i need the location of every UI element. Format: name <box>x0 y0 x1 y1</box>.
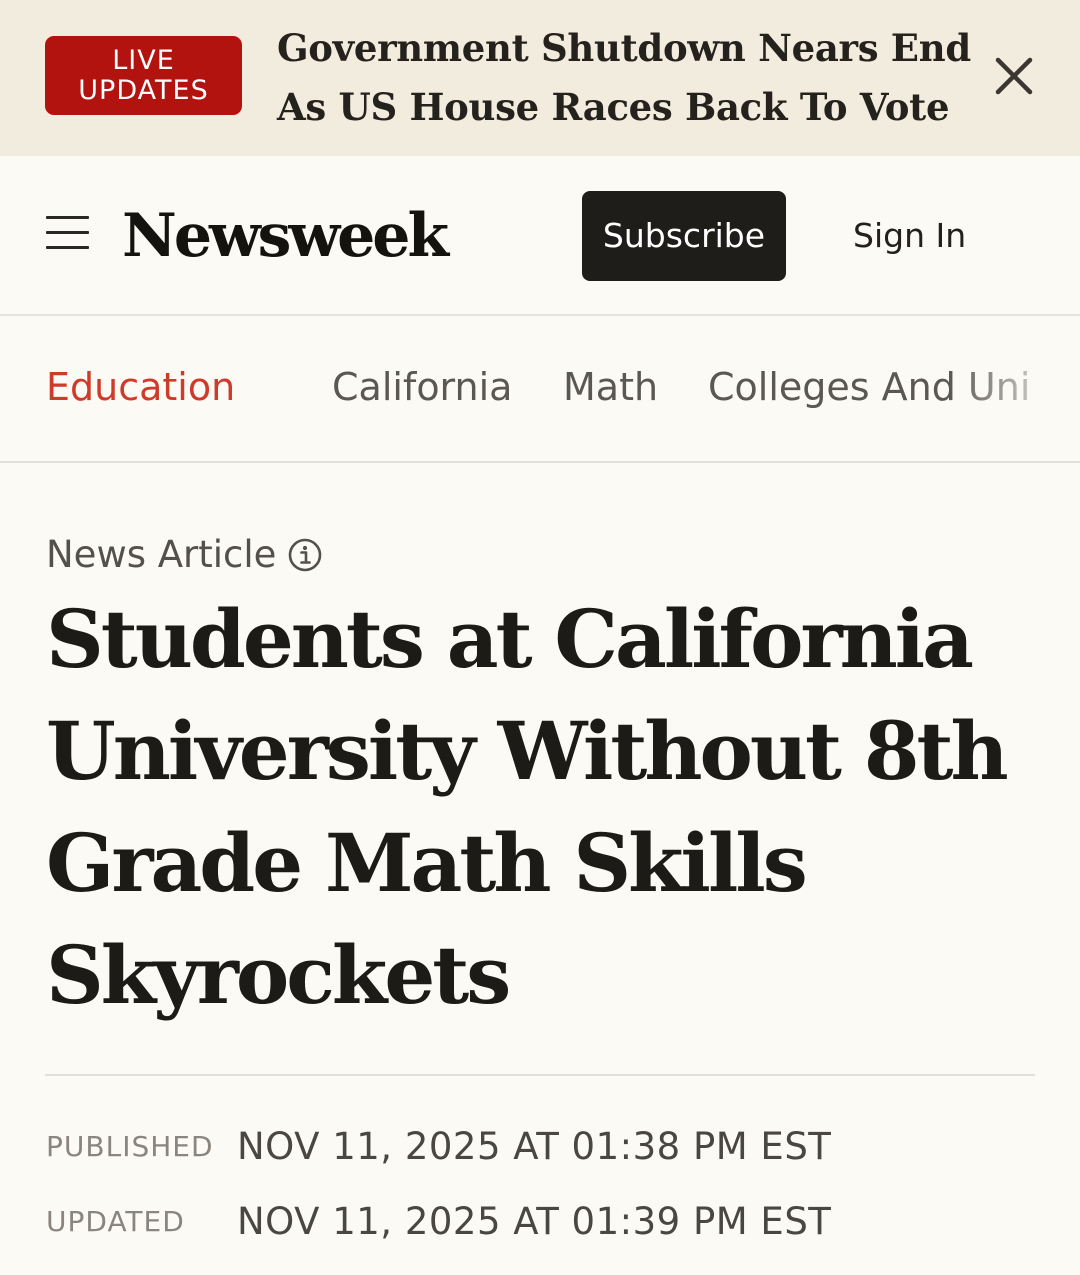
site-header: Newsweek Subscribe Sign In <box>0 156 1080 316</box>
topic-math[interactable]: Math <box>563 362 658 412</box>
headline-line: Grade Math Skills <box>46 816 808 910</box>
hamburger-menu-icon <box>46 216 89 219</box>
live-updates-badge: LIVE UPDATES <box>45 36 242 115</box>
live-headline-line2: As US House Races Back To Vote <box>277 85 950 129</box>
topic-education[interactable]: Education <box>46 362 235 412</box>
live-headline-line1: Government Shutdown Nears End <box>277 26 971 70</box>
close-banner-button[interactable] <box>990 52 1038 100</box>
topic-california[interactable]: California <box>332 362 512 412</box>
hamburger-menu-button[interactable] <box>46 216 90 252</box>
live-badge-line2: UPDATES <box>78 74 209 106</box>
topic-colleges-and-universities[interactable]: Colleges And Uni <box>708 362 1030 412</box>
live-badge-line1: LIVE <box>112 44 175 76</box>
headline-divider <box>45 1074 1035 1076</box>
hamburger-menu-icon-bar <box>46 246 89 249</box>
updated-row: UPDATED NOV 11, 2025 AT 01:39 PM EST <box>46 1197 1046 1247</box>
subscribe-button[interactable]: Subscribe <box>582 191 786 281</box>
published-label: PUBLISHED <box>46 1130 214 1163</box>
live-updates-banner[interactable]: LIVE UPDATES Government Shutdown Nears E… <box>0 0 1080 156</box>
updated-date: NOV 11, 2025 AT 01:39 PM EST <box>237 1200 832 1243</box>
published-row: PUBLISHED NOV 11, 2025 AT 01:38 PM EST <box>46 1122 1046 1172</box>
headline-line: University Without 8th <box>46 704 1009 798</box>
article-type-label: News Article <box>46 533 277 576</box>
sign-in-button[interactable]: Sign In <box>853 191 966 281</box>
info-icon[interactable] <box>288 538 322 572</box>
headline-line: Skyrockets <box>46 928 511 1022</box>
updated-label: UPDATED <box>46 1205 185 1238</box>
newsweek-logo[interactable]: Newsweek <box>122 196 449 276</box>
published-date: NOV 11, 2025 AT 01:38 PM EST <box>237 1125 832 1168</box>
close-icon <box>995 57 1033 95</box>
article-type: News Article <box>46 530 322 580</box>
headline-line: Students at California <box>46 592 974 686</box>
live-headline-link[interactable]: Government Shutdown Nears End As US Hous… <box>277 19 977 137</box>
hamburger-menu-icon-bar <box>46 231 89 234</box>
article-headline: Students at California University Withou… <box>46 583 1056 1031</box>
topic-nav: Education California Math Colleges And U… <box>0 318 1080 463</box>
